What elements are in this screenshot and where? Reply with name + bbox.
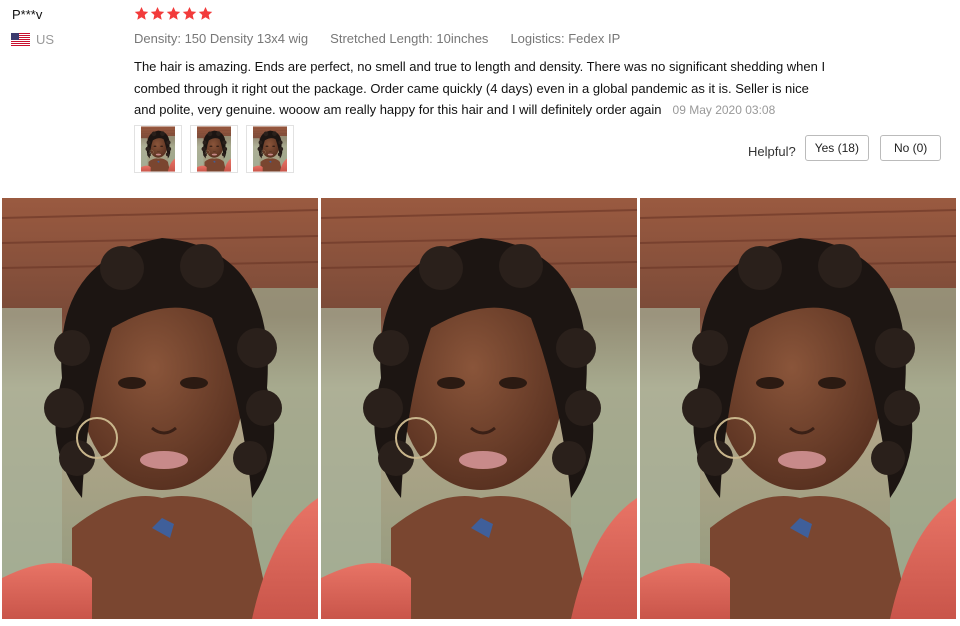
review-date: 09 May 2020 03:08 <box>672 103 776 117</box>
star-icon <box>166 6 181 20</box>
country-label: US <box>36 32 55 47</box>
helpful-yes-button[interactable]: Yes (18) <box>804 135 869 161</box>
us-flag-icon <box>11 33 30 46</box>
review-photo[interactable] <box>321 198 637 619</box>
helpful-label: Helpful? <box>748 143 796 159</box>
review-thumbnail[interactable] <box>190 125 238 173</box>
attribute-length: Stretched Length: 10inches <box>330 31 489 46</box>
review-thumbnails <box>134 125 294 173</box>
review-photo[interactable] <box>640 198 956 619</box>
star-icon <box>198 6 213 20</box>
reviewer-name: P***v <box>12 7 43 22</box>
review-body: The hair is amazing. Ends are perfect, n… <box>134 56 834 122</box>
star-rating <box>134 6 213 21</box>
attribute-logistics: Logistics: Fedex IP <box>510 31 621 46</box>
star-icon <box>150 6 165 20</box>
reviewer-country: US <box>11 32 54 47</box>
portrait-thumbnail-image <box>141 126 175 172</box>
product-attributes: Density: 150 Density 13x4 wig Stretched … <box>134 31 620 46</box>
star-icon <box>134 6 149 20</box>
star-icon <box>182 6 197 20</box>
portrait-thumbnail-image <box>197 126 231 172</box>
review-photo[interactable] <box>2 198 318 619</box>
portrait-thumbnail-image <box>253 126 287 172</box>
review-thumbnail[interactable] <box>134 125 182 173</box>
helpful-no-button[interactable]: No (0) <box>879 135 942 161</box>
helpful-vote: Helpful? Yes (18) No (0) <box>748 135 942 161</box>
attribute-density: Density: 150 Density 13x4 wig <box>134 31 309 46</box>
review-thumbnail[interactable] <box>246 125 294 173</box>
